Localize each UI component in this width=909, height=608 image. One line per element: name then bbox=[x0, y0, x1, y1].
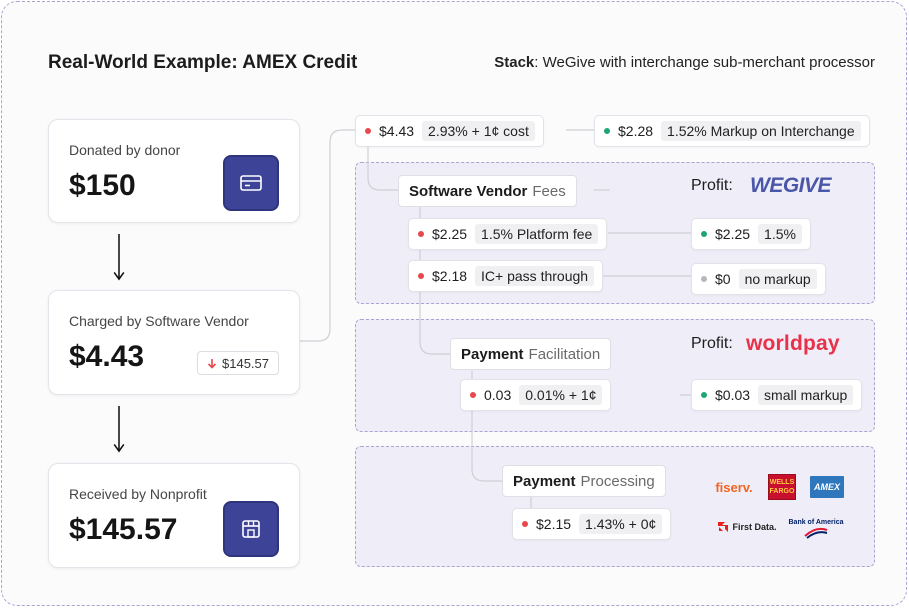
wells-fargo-line2: FARGO bbox=[769, 488, 795, 495]
markup-value: $2.28 bbox=[618, 123, 654, 139]
green-dot-icon bbox=[604, 128, 610, 134]
red-dot-icon bbox=[365, 128, 371, 134]
donated-amount: $150 bbox=[69, 169, 136, 202]
red-dot-icon bbox=[418, 231, 424, 237]
platform-fee-profit-desc: 1.5% bbox=[758, 224, 802, 244]
ic-pass-through-profit-value: $0 bbox=[715, 271, 731, 287]
bank-of-america-text: Bank of America bbox=[788, 518, 844, 526]
markup-desc: 1.52% Markup on Interchange bbox=[661, 121, 861, 141]
charged-label: Charged by Software Vendor bbox=[69, 313, 249, 329]
red-dot-icon bbox=[522, 521, 528, 527]
facilitation-fee-desc: 0.01% + 1¢ bbox=[519, 385, 603, 405]
platform-fee-pill: $2.25 1.5% Platform fee bbox=[408, 218, 608, 250]
stack-label: Stack bbox=[494, 54, 535, 71]
software-vendor-title: Software Vendor bbox=[409, 182, 528, 200]
total-cost-value: $4.43 bbox=[379, 123, 415, 139]
ic-pass-through-profit-desc: no markup bbox=[738, 269, 817, 289]
software-vendor-profit-label: Profit: bbox=[691, 177, 733, 194]
ic-pass-through-desc: IC+ pass through bbox=[475, 266, 595, 286]
first-data-logo: First Data. bbox=[716, 518, 778, 536]
received-amount: $145.57 bbox=[69, 513, 178, 546]
first-data-icon bbox=[718, 522, 729, 532]
wells-fargo-line1: WELLS bbox=[769, 479, 795, 486]
wegive-logo: WEGIVE bbox=[750, 174, 832, 197]
page-title: Real-World Example: AMEX Credit bbox=[48, 52, 358, 73]
total-cost-desc: 2.93% + 1¢ cost bbox=[422, 121, 535, 141]
total-cost-pill: $4.43 2.93% + 1¢ cost bbox=[355, 115, 544, 147]
charged-amount: $4.43 bbox=[69, 340, 145, 373]
donated-card: Donated by donor $150 bbox=[48, 119, 300, 223]
facilitation-fee-pill: 0.03 0.01% + 1¢ bbox=[460, 379, 612, 411]
platform-fee-desc: 1.5% Platform fee bbox=[475, 224, 599, 244]
markup-pill: $2.28 1.52% Markup on Interchange bbox=[594, 115, 870, 147]
payment-processing-title-sub: Processing bbox=[580, 472, 655, 490]
facilitation-profit-value: $0.03 bbox=[715, 387, 751, 403]
payment-processing-title: Payment bbox=[513, 472, 576, 490]
bank-of-america-flag-icon bbox=[804, 527, 828, 539]
ic-pass-through-profit-pill: $0 no markup bbox=[691, 263, 826, 295]
payment-processing-header: Payment Processing bbox=[502, 465, 666, 497]
fiserv-logo: fiserv. bbox=[715, 479, 753, 495]
received-card: Received by Nonprofit $145.57 bbox=[48, 463, 300, 568]
red-dot-icon bbox=[470, 392, 476, 398]
worldpay-logo: worldpay bbox=[746, 332, 840, 355]
arrow-down-icon bbox=[207, 358, 217, 369]
payment-facilitation-title: Payment bbox=[461, 345, 524, 363]
ic-pass-through-pill: $2.18 IC+ pass through bbox=[408, 260, 604, 292]
stack-value: : WeGive with interchange sub-merchant p… bbox=[534, 54, 875, 71]
difference-value: $145.57 bbox=[222, 355, 269, 371]
amex-logo: AMEX bbox=[810, 476, 844, 498]
payment-facilitation-profit-label: Profit: bbox=[691, 335, 733, 352]
payment-facilitation-title-sub: Facilitation bbox=[528, 345, 601, 363]
storefront-icon bbox=[223, 501, 279, 557]
facilitation-profit-desc: small markup bbox=[758, 385, 854, 405]
processing-fee-pill: $2.15 1.43% + 0¢ bbox=[512, 508, 672, 540]
red-dot-icon bbox=[418, 273, 424, 279]
platform-fee-profit-pill: $2.25 1.5% bbox=[691, 218, 811, 250]
gray-dot-icon bbox=[701, 276, 707, 282]
arrow-down-2 bbox=[113, 406, 125, 453]
bank-of-america-logo: Bank of America bbox=[788, 515, 844, 541]
software-vendor-header: Software Vendor Fees bbox=[398, 175, 577, 207]
ic-pass-through-value: $2.18 bbox=[432, 268, 468, 284]
difference-badge: $145.57 bbox=[197, 351, 279, 375]
platform-fee-value: $2.25 bbox=[432, 226, 468, 242]
wells-fargo-logo: WELLS FARGO bbox=[768, 474, 796, 500]
green-dot-icon bbox=[701, 231, 707, 237]
payment-facilitation-header: Payment Facilitation bbox=[450, 338, 612, 370]
processing-fee-desc: 1.43% + 0¢ bbox=[579, 514, 663, 534]
donated-label: Donated by donor bbox=[69, 142, 181, 158]
green-dot-icon bbox=[701, 392, 707, 398]
facilitation-profit-pill: $0.03 small markup bbox=[691, 379, 863, 411]
facilitation-fee-value: 0.03 bbox=[484, 387, 512, 403]
first-data-text: First Data. bbox=[732, 522, 777, 532]
received-label: Received by Nonprofit bbox=[69, 486, 207, 502]
arrow-down-1 bbox=[113, 234, 125, 281]
software-vendor-title-sub: Fees bbox=[532, 182, 566, 200]
charged-card: Charged by Software Vendor $4.43 $145.57 bbox=[48, 290, 300, 395]
credit-card-icon bbox=[223, 155, 279, 211]
processing-fee-value: $2.15 bbox=[536, 516, 572, 532]
platform-fee-profit-value: $2.25 bbox=[715, 226, 751, 242]
stack-description: Stack: WeGive with interchange sub-merch… bbox=[494, 54, 875, 71]
